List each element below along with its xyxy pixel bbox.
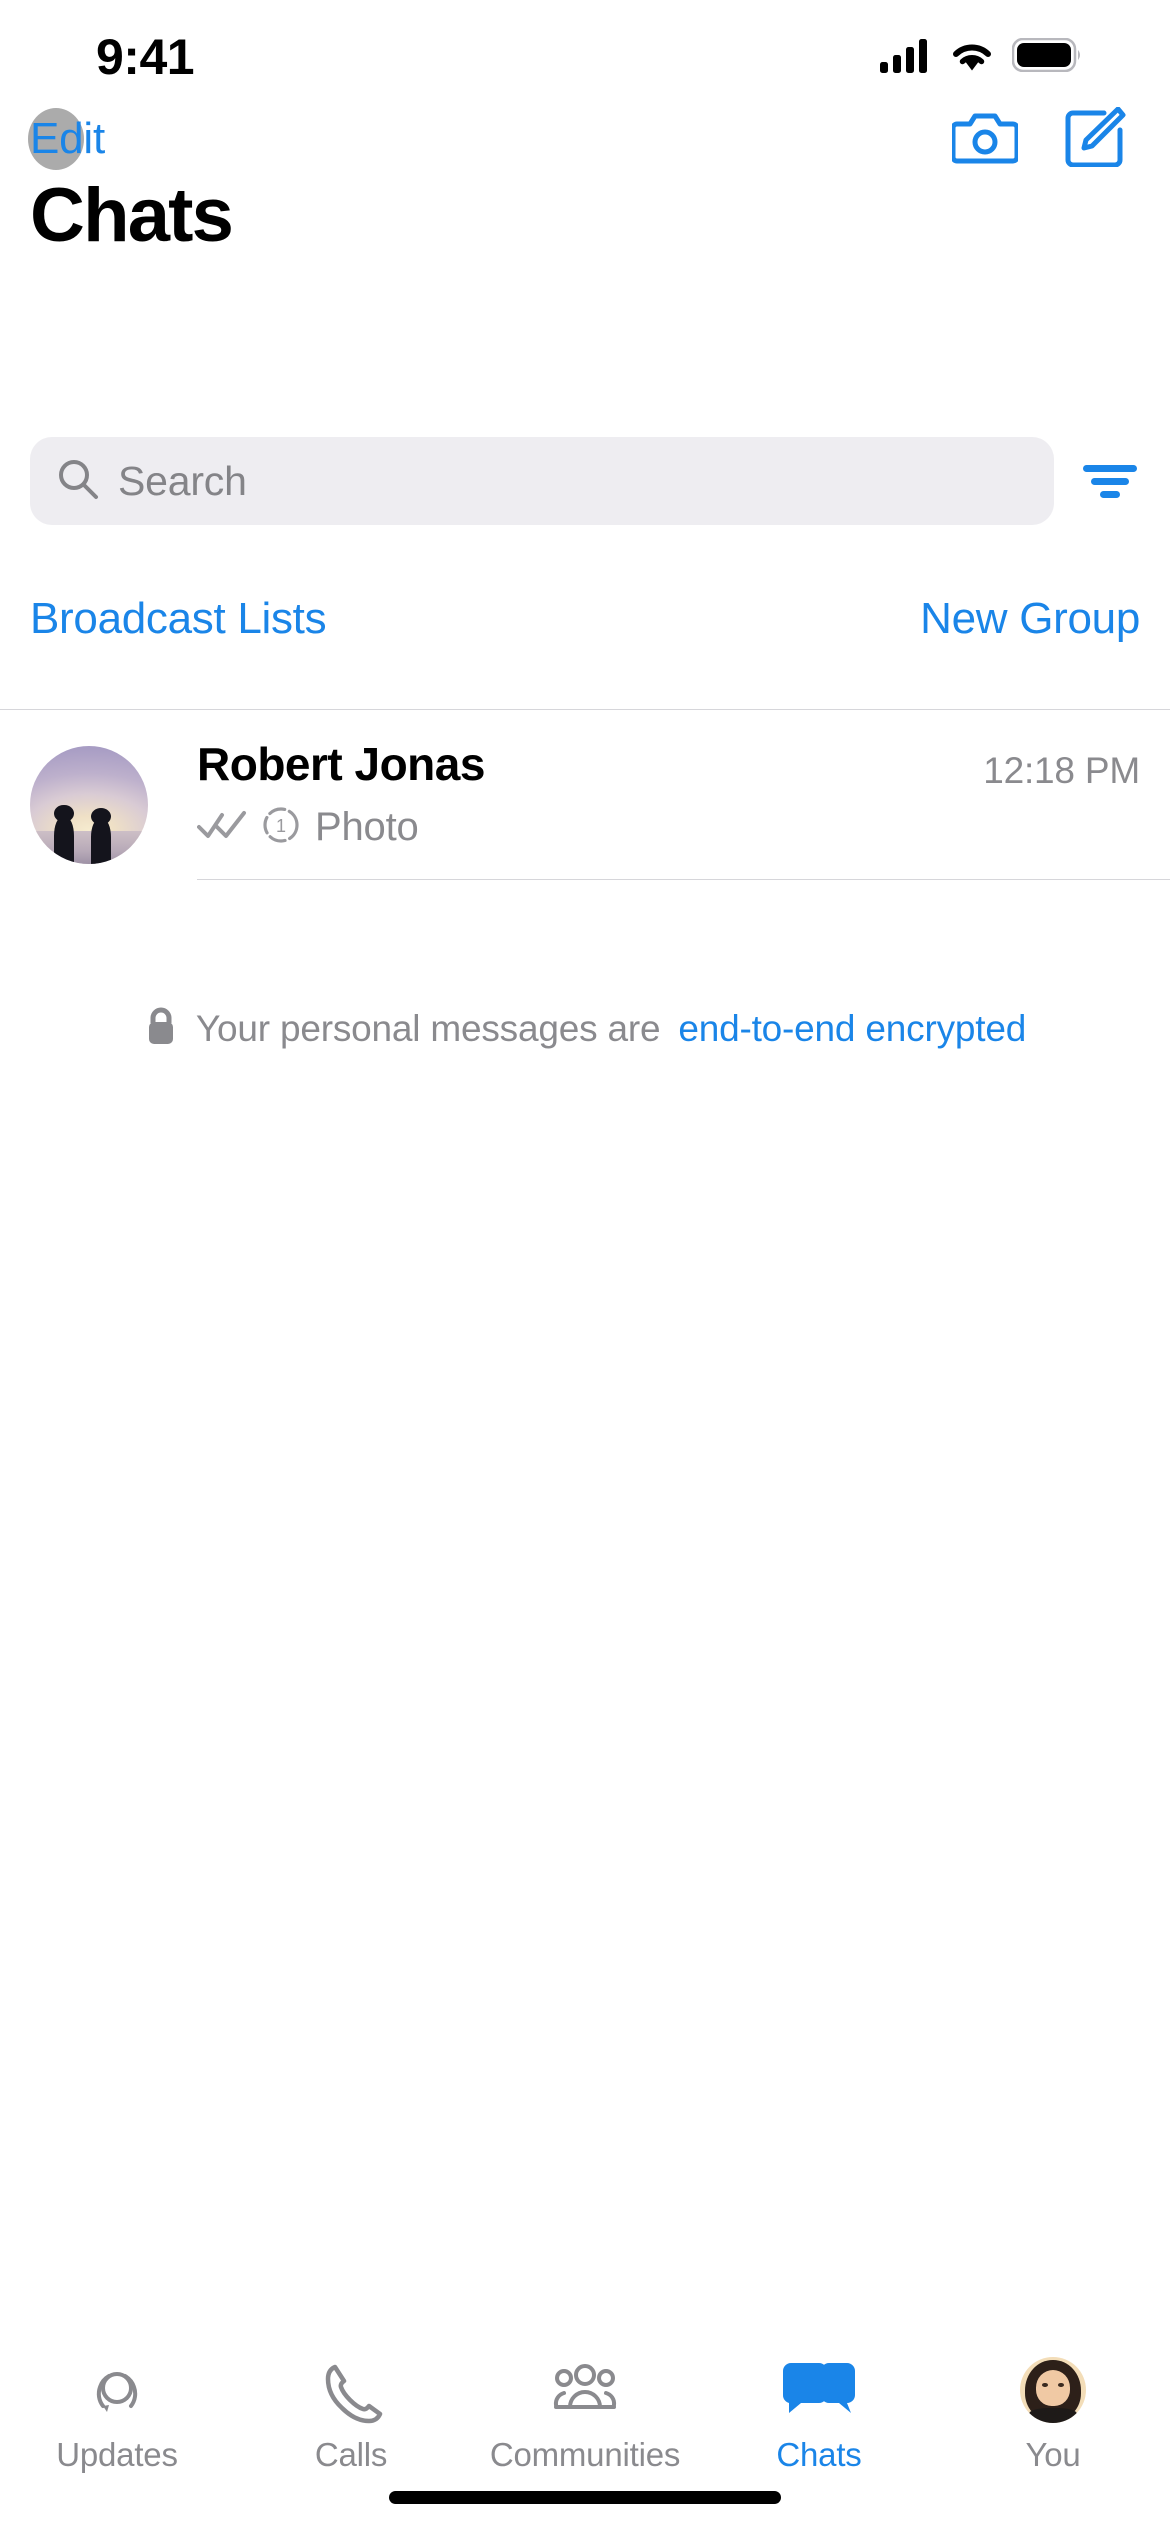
chat-contact-name: Robert Jonas xyxy=(197,738,485,790)
battery-icon xyxy=(1011,37,1082,77)
camera-icon[interactable] xyxy=(950,108,1020,171)
navigation-bar: Edit xyxy=(0,96,1170,182)
chat-item-body: Robert Jonas 12:18 PM 1 Photo xyxy=(197,738,1170,880)
tab-chats[interactable]: Chats xyxy=(702,2352,936,2474)
profile-avatar-icon xyxy=(1020,2352,1086,2428)
tab-updates[interactable]: Updates xyxy=(0,2352,234,2474)
tab-communities[interactable]: Communities xyxy=(468,2352,702,2474)
avatar[interactable] xyxy=(30,746,148,864)
wifi-icon xyxy=(948,37,996,78)
new-group-link[interactable]: New Group xyxy=(920,594,1140,644)
communities-icon xyxy=(545,2352,625,2428)
navigation-actions xyxy=(950,106,1126,172)
search-icon xyxy=(56,457,100,506)
status-bar: 9:41 xyxy=(0,0,1170,100)
chat-list-item-robert-jonas[interactable]: Robert Jonas 12:18 PM 1 Photo xyxy=(0,710,1170,920)
edit-button-label: Edit xyxy=(30,114,106,163)
tab-label-updates: Updates xyxy=(56,2436,178,2473)
search-input[interactable]: Search xyxy=(30,437,1054,525)
status-bar-indicators xyxy=(880,37,1082,78)
tab-label-calls: Calls xyxy=(314,2436,388,2473)
quick-links-row: Broadcast Lists New Group xyxy=(0,575,1170,663)
encryption-notice: Your personal messages are end-to-end en… xyxy=(0,1005,1170,1052)
tab-label-communities: Communities xyxy=(489,2436,681,2473)
encryption-notice-text: Your personal messages are xyxy=(195,1007,661,1049)
search-placeholder: Search xyxy=(118,457,247,504)
tab-you[interactable]: You xyxy=(936,2352,1170,2474)
view-once-photo-icon: 1 xyxy=(261,805,301,850)
status-bar-time: 9:41 xyxy=(96,29,195,85)
chat-preview-text: Photo xyxy=(315,805,419,849)
double-check-icon xyxy=(197,809,247,846)
tab-calls[interactable]: Calls xyxy=(234,2352,468,2474)
svg-text:1: 1 xyxy=(276,816,286,836)
compose-icon[interactable] xyxy=(1064,106,1126,172)
edit-button[interactable]: Edit xyxy=(28,96,106,182)
encryption-learn-more-link[interactable]: end-to-end encrypted xyxy=(678,1008,1026,1050)
page-title: Chats xyxy=(30,173,234,258)
search-row: Search xyxy=(0,437,1170,525)
lock-icon xyxy=(144,1005,178,1052)
tab-label-chats: Chats xyxy=(776,2436,862,2473)
broadcast-lists-link[interactable]: Broadcast Lists xyxy=(30,594,327,644)
whatsapp-chats-screen: 9:41 Edit Chats Search Broadcast Lists N… xyxy=(0,0,1170,2532)
chat-timestamp: 12:18 PM xyxy=(983,750,1140,791)
chat-bubbles-icon xyxy=(781,2352,857,2428)
filter-icon[interactable] xyxy=(1080,451,1140,511)
cellular-signal-icon xyxy=(880,37,932,78)
home-indicator[interactable] xyxy=(389,2491,781,2504)
chat-item-separator xyxy=(197,879,1170,880)
phone-icon xyxy=(316,2352,386,2428)
tab-label-you: You xyxy=(1025,2436,1081,2473)
updates-status-icon xyxy=(82,2352,152,2428)
